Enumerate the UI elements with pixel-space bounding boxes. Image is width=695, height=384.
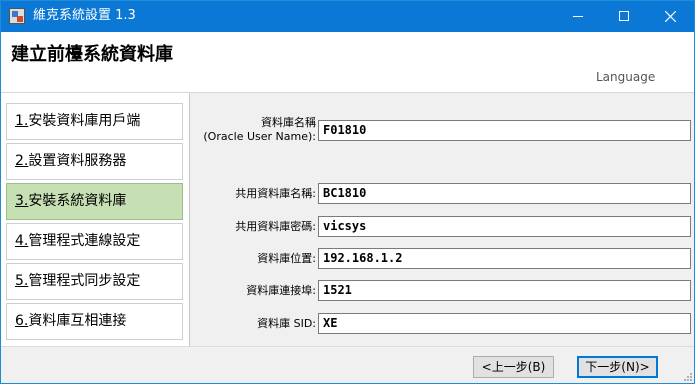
setup-window: 維克系統設置 1.3 建立前檯系統資料庫 Language 1.安裝資料庫用戶端… <box>0 0 695 384</box>
page-header: 建立前檯系統資料庫 Language <box>1 32 694 93</box>
db-name-field[interactable]: F01810 <box>318 120 691 141</box>
previous-button[interactable]: <上一步(B) <box>473 356 554 378</box>
step-manager-sync[interactable]: 5.管理程式同步設定 <box>6 263 183 300</box>
language-button[interactable]: Language <box>596 70 655 84</box>
step-install-db-client[interactable]: 1.安裝資料庫用戶端 <box>6 103 183 140</box>
close-button[interactable] <box>648 1 694 32</box>
step-setup-data-server[interactable]: 2.設置資料服務器 <box>6 143 183 180</box>
shared-db-name-label: 共用資料庫名稱: <box>235 187 316 200</box>
step-db-interconnect[interactable]: 6.資料庫互相連接 <box>6 303 183 340</box>
step-manager-connection[interactable]: 4.管理程式連線設定 <box>6 223 183 260</box>
step-install-system-db[interactable]: 3.安裝系統資料庫 <box>6 183 183 220</box>
step-label: 安裝資料庫用戶端 <box>28 113 141 129</box>
resize-grip-icon[interactable] <box>682 371 692 381</box>
db-name-label: 資料庫名稱 (Oracle User Name): <box>203 116 316 143</box>
maximize-button[interactable] <box>601 1 647 32</box>
db-location-label: 資料庫位置: <box>257 252 316 265</box>
minimize-icon <box>573 16 583 17</box>
shared-db-name-field[interactable]: BC1810 <box>318 183 691 204</box>
next-button[interactable]: 下一步(N)> <box>577 356 658 378</box>
title-bar[interactable]: 維克系統設置 1.3 <box>1 1 694 32</box>
minimize-button[interactable] <box>555 1 601 32</box>
step-label: 管理程式連線設定 <box>28 233 141 249</box>
shared-db-password-field[interactable]: vicsys <box>318 216 691 237</box>
steps-sidebar: 1.安裝資料庫用戶端 2.設置資料服務器 3.安裝系統資料庫 4.管理程式連線設… <box>1 93 190 346</box>
page-title: 建立前檯系統資料庫 <box>11 44 173 65</box>
step-label: 設置資料服務器 <box>28 153 127 169</box>
db-location-field[interactable]: 192.168.1.2 <box>318 248 691 269</box>
step-label: 資料庫互相連接 <box>28 313 127 329</box>
window-title: 維克系統設置 1.3 <box>33 8 136 23</box>
shared-db-password-label: 共用資料庫密碼: <box>235 220 316 233</box>
db-port-field[interactable]: 1521 <box>318 280 691 301</box>
app-icon <box>9 8 25 24</box>
db-port-label: 資料庫連接埠: <box>246 284 316 297</box>
wizard-footer: <上一步(B) 下一步(N)> <box>1 346 694 383</box>
maximize-icon <box>619 11 629 21</box>
db-sid-label: 資料庫 SID: <box>257 317 316 330</box>
step-label: 安裝系統資料庫 <box>28 193 127 209</box>
db-settings-form: 資料庫名稱 (Oracle User Name): F01810 共用資料庫名稱… <box>191 93 694 346</box>
close-icon <box>665 11 676 22</box>
step-label: 管理程式同步設定 <box>28 273 141 289</box>
db-sid-field[interactable]: XE <box>318 313 691 334</box>
